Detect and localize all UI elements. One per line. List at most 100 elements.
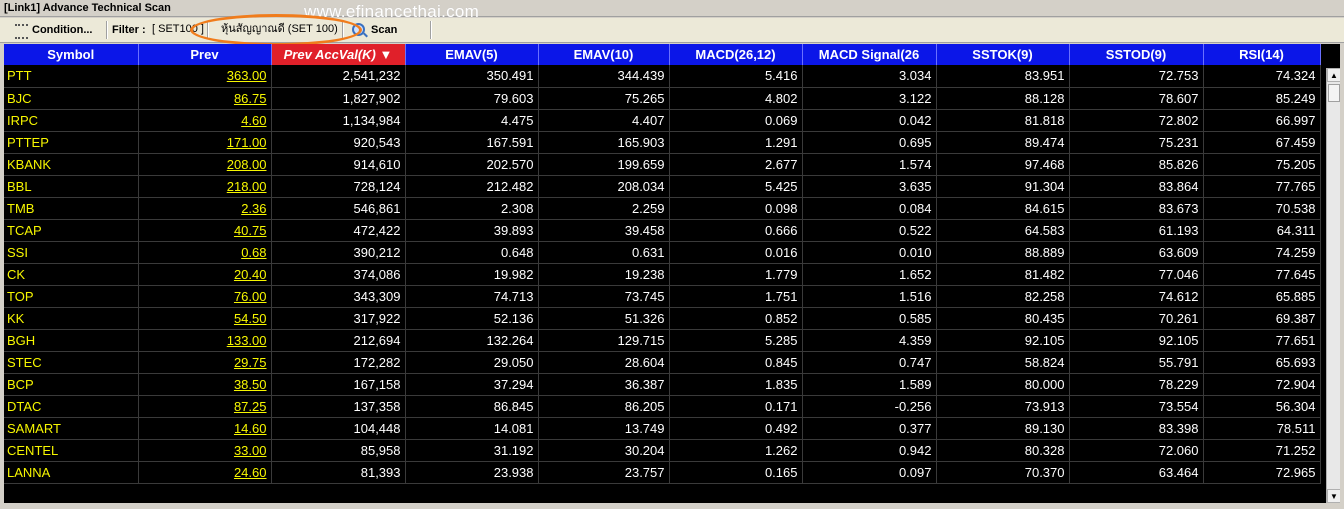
value-cell: 1.835 [669, 373, 803, 396]
prev-price-link[interactable]: 76.00 [138, 285, 272, 308]
prev-price-link[interactable]: 29.75 [138, 351, 272, 374]
symbol-cell[interactable]: LANNA [4, 461, 139, 484]
scroll-thumb[interactable] [1328, 84, 1340, 102]
column-header-7[interactable]: SSTOK(9) [936, 44, 1070, 65]
column-header-3[interactable]: EMAV(5) [405, 44, 539, 65]
column-header-8[interactable]: SSTOD(9) [1069, 44, 1204, 65]
column-header-9[interactable]: RSI(14) [1203, 44, 1321, 65]
prev-price-link[interactable]: 20.40 [138, 263, 272, 286]
table-row[interactable]: TCAP 40.75 472,422 39.893 39.458 0.666 0.522 64… [4, 219, 1321, 242]
table-row[interactable]: BGH 133.00 212,694 132.264 129.715 5.285 4.359… [4, 329, 1321, 352]
symbol-cell[interactable]: KBANK [4, 153, 139, 176]
value-cell: 80.435 [936, 307, 1070, 330]
value-cell: 3.034 [802, 65, 937, 88]
symbol-cell[interactable]: TCAP [4, 219, 139, 242]
table-row[interactable]: PTTEP 171.00 920,543 167.591 165.903 1.291 0.6… [4, 131, 1321, 154]
symbol-cell[interactable]: DTAC [4, 395, 139, 418]
symbol-cell[interactable]: CK [4, 263, 139, 286]
table-row[interactable]: TMB 2.36 546,861 2.308 2.259 0.098 0.084 84.615… [4, 197, 1321, 220]
table-row[interactable]: DTAC 87.25 137,358 86.845 86.205 0.171 -0.256 7… [4, 395, 1321, 418]
value-cell: 317,922 [271, 307, 406, 330]
prev-price-link[interactable]: 208.00 [138, 153, 272, 176]
prev-price-link[interactable]: 40.75 [138, 219, 272, 242]
prev-price-link[interactable]: 0.68 [138, 241, 272, 264]
prev-price-link[interactable]: 363.00 [138, 65, 272, 88]
value-cell: 13.749 [538, 417, 670, 440]
table-row[interactable]: BBL 218.00 728,124 212.482 208.034 5.425 3.635… [4, 175, 1321, 198]
prev-price-link[interactable]: 14.60 [138, 417, 272, 440]
column-header-6[interactable]: MACD Signal(26 [802, 44, 937, 65]
value-cell: 23.938 [405, 461, 539, 484]
table-row[interactable]: TOP 76.00 343,309 74.713 73.745 1.751 1.516 82.… [4, 285, 1321, 308]
prev-price-link[interactable]: 86.75 [138, 87, 272, 110]
value-cell: 0.069 [669, 109, 803, 132]
symbol-cell[interactable]: BBL [4, 175, 139, 198]
value-cell: 2,541,232 [271, 65, 406, 88]
prev-price-link[interactable]: 133.00 [138, 329, 272, 352]
table-row[interactable]: SSI 0.68 390,212 0.648 0.631 0.016 0.010 88.889… [4, 241, 1321, 264]
prev-price-link[interactable]: 171.00 [138, 131, 272, 154]
value-cell: 64.311 [1203, 219, 1321, 242]
prev-price-link[interactable]: 54.50 [138, 307, 272, 330]
symbol-cell[interactable]: BCP [4, 373, 139, 396]
condition-label: Condition... [32, 24, 93, 36]
prev-price-link[interactable]: 218.00 [138, 175, 272, 198]
toolbar-separator [430, 21, 432, 39]
prev-price-link[interactable]: 24.60 [138, 461, 272, 484]
symbol-cell[interactable]: IRPC [4, 109, 139, 132]
value-cell: 374,086 [271, 263, 406, 286]
value-cell: 28.604 [538, 351, 670, 374]
scroll-up-arrow-icon[interactable]: ▲ [1327, 68, 1340, 82]
table-row[interactable]: SAMART 14.60 104,448 14.081 13.749 0.492 0.377… [4, 417, 1321, 440]
table-row[interactable]: CK 20.40 374,086 19.982 19.238 1.779 1.652 81.4… [4, 263, 1321, 286]
value-cell: -0.256 [802, 395, 937, 418]
value-cell: 86.845 [405, 395, 539, 418]
prev-price-link[interactable]: 2.36 [138, 197, 272, 220]
prev-price-link[interactable]: 33.00 [138, 439, 272, 462]
condition-button[interactable]: Condition... [12, 20, 102, 40]
table-row[interactable]: PTT 363.00 2,541,232 350.491 344.439 5.416 3.0… [4, 65, 1321, 88]
prev-price-link[interactable]: 87.25 [138, 395, 272, 418]
column-header-5[interactable]: MACD(26,12) [669, 44, 803, 65]
symbol-cell[interactable]: CENTEL [4, 439, 139, 462]
symbol-cell[interactable]: TOP [4, 285, 139, 308]
value-cell: 82.258 [936, 285, 1070, 308]
prev-price-link[interactable]: 4.60 [138, 109, 272, 132]
symbol-cell[interactable]: SSI [4, 241, 139, 264]
symbol-cell[interactable]: BJC [4, 87, 139, 110]
value-cell: 0.852 [669, 307, 803, 330]
table-row[interactable]: STEC 29.75 172,282 29.050 28.604 0.845 0.747 58… [4, 351, 1321, 374]
column-header-1[interactable]: Prev [138, 44, 272, 65]
table-row[interactable]: KK 54.50 317,922 52.136 51.326 0.852 0.585 80.4… [4, 307, 1321, 330]
symbol-cell[interactable]: TMB [4, 197, 139, 220]
value-cell: 78.229 [1069, 373, 1204, 396]
value-cell: 72.904 [1203, 373, 1321, 396]
value-cell: 63.609 [1069, 241, 1204, 264]
value-cell: 5.285 [669, 329, 803, 352]
table-row[interactable]: CENTEL 33.00 85,958 31.192 30.204 1.262 0.942 8… [4, 439, 1321, 462]
table-row[interactable]: BCP 38.50 167,158 37.294 36.387 1.835 1.589 80.… [4, 373, 1321, 396]
value-cell: 920,543 [271, 131, 406, 154]
symbol-cell[interactable]: PTT [4, 65, 139, 88]
table-row[interactable]: IRPC 4.60 1,134,984 4.475 4.407 0.069 0.042 81.… [4, 109, 1321, 132]
symbol-cell[interactable]: SAMART [4, 417, 139, 440]
vertical-scrollbar[interactable]: ▲ ▼ [1326, 68, 1340, 503]
scroll-down-arrow-icon[interactable]: ▼ [1327, 489, 1340, 503]
symbol-cell[interactable]: KK [4, 307, 139, 330]
symbol-cell[interactable]: BGH [4, 329, 139, 352]
window-title: [Link1] Advance Technical Scan [4, 2, 171, 14]
prev-price-link[interactable]: 38.50 [138, 373, 272, 396]
table-row[interactable]: BJC 86.75 1,827,902 79.603 75.265 4.802 3.122 8… [4, 87, 1321, 110]
value-cell: 0.522 [802, 219, 937, 242]
symbol-cell[interactable]: PTTEP [4, 131, 139, 154]
table-row[interactable]: LANNA 24.60 81,393 23.938 23.757 0.165 0.097 70… [4, 461, 1321, 484]
value-cell: 19.982 [405, 263, 539, 286]
column-header-0[interactable]: Symbol [4, 44, 139, 65]
value-cell: 0.942 [802, 439, 937, 462]
column-header-4[interactable]: EMAV(10) [538, 44, 670, 65]
symbol-cell[interactable]: STEC [4, 351, 139, 374]
table-row[interactable]: KBANK 208.00 914,610 202.570 199.659 2.677 1.5… [4, 153, 1321, 176]
value-cell: 85.826 [1069, 153, 1204, 176]
value-cell: 1.779 [669, 263, 803, 286]
column-header-2[interactable]: Prev AccVal(K) ▼ [271, 44, 406, 65]
